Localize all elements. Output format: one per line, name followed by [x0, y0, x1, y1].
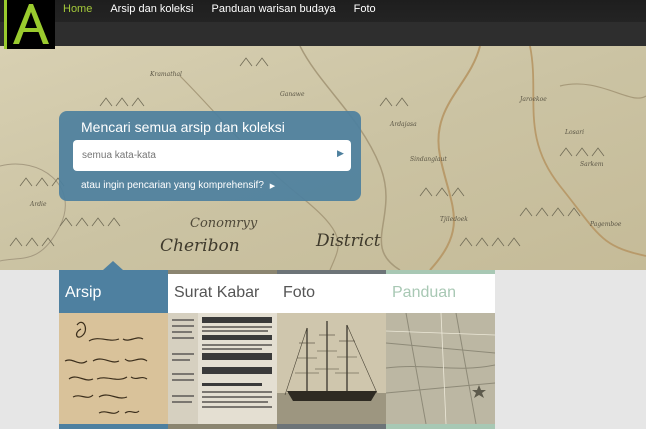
card-photos[interactable]: Foto — [277, 270, 386, 429]
search-input[interactable] — [73, 140, 351, 171]
svg-text:Ardajasa: Ardajasa — [389, 121, 417, 128]
map-label-district: District — [315, 231, 381, 251]
card-top-bar — [168, 270, 277, 274]
svg-text:Jaroekoe: Jaroekoe — [518, 96, 547, 103]
collection-cards: Arsip Surat Kabar Foto Panduan — [59, 261, 495, 429]
map-label-town: Conomryy — [190, 216, 258, 231]
nav-item-archives[interactable]: Arsip dan koleksi — [110, 3, 193, 15]
main-nav: Home Arsip dan koleksi Panduan warisan b… — [63, 3, 376, 15]
svg-text:Kramathal: Kramathal — [149, 71, 182, 78]
card-guides[interactable]: Panduan — [386, 270, 495, 429]
svg-text:Pagemboe: Pagemboe — [589, 221, 622, 228]
search-title: Mencari semua arsip dan koleksi — [81, 119, 285, 135]
triangle-right-icon: ▶ — [269, 183, 276, 190]
svg-text:Ardie: Ardie — [29, 201, 47, 208]
svg-text:Losari: Losari — [564, 129, 584, 136]
card-bottom-bar — [386, 424, 495, 429]
site-logo[interactable] — [4, 0, 55, 49]
top-navigation-bar: Home Arsip dan koleksi Panduan warisan b… — [0, 0, 646, 46]
card-label: Panduan — [392, 284, 457, 301]
card-label: Surat Kabar — [174, 284, 260, 301]
svg-text:Sindanglaut: Sindanglaut — [410, 156, 447, 163]
card-bottom-bar — [168, 424, 277, 429]
card-archives[interactable]: Arsip — [59, 261, 168, 429]
advanced-search-link[interactable]: atau ingin pencarian yang komprehensif? … — [81, 180, 275, 191]
card-label: Foto — [283, 284, 316, 301]
nav-subbar — [0, 22, 646, 46]
card-thumb-newspaper — [168, 313, 277, 424]
card-newspapers[interactable]: Surat Kabar — [168, 270, 277, 429]
advanced-search-label: atau ingin pencarian yang komprehensif? — [81, 180, 264, 191]
card-thumb-ship-photo — [277, 313, 386, 424]
svg-text:Ganawe: Ganawe — [280, 91, 305, 98]
active-card-pointer — [103, 261, 123, 270]
logo-letter-a-icon — [13, 4, 49, 44]
nav-item-home[interactable]: Home — [63, 3, 92, 15]
card-bottom-bar — [277, 424, 386, 429]
card-label: Arsip — [65, 284, 102, 301]
nav-item-heritage-guide[interactable]: Panduan warisan budaya — [212, 3, 336, 15]
card-thumb-map — [386, 313, 495, 424]
svg-text:Sarkem: Sarkem — [580, 161, 604, 168]
search-submit-icon[interactable]: ▶ — [337, 148, 344, 159]
map-label-cheribon: Cheribon — [160, 236, 240, 256]
page: Home Arsip dan koleksi Panduan warisan b… — [0, 0, 646, 429]
card-top-bar — [277, 270, 386, 274]
card-thumb-handwriting — [59, 313, 168, 424]
search-panel: Mencari semua arsip dan koleksi ▶ atau i… — [59, 111, 361, 201]
card-top-bar — [386, 270, 495, 274]
svg-text:Tjiledoek: Tjiledoek — [440, 216, 468, 223]
card-bottom-bar — [59, 424, 168, 429]
nav-item-photos[interactable]: Foto — [354, 3, 376, 15]
